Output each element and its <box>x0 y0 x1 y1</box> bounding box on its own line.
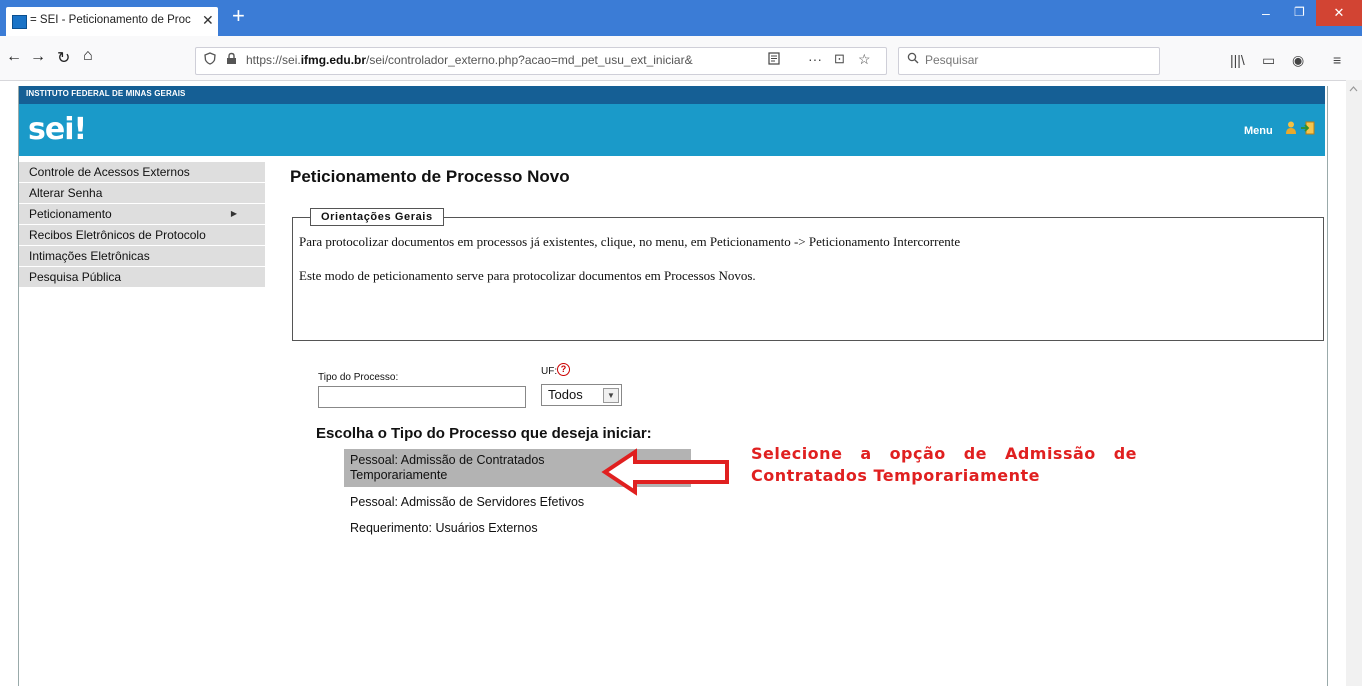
uf-label: UF: <box>541 366 558 377</box>
sei-favicon-icon <box>12 15 27 29</box>
process-option-requerimento[interactable]: Requerimento: Usuários Externos <box>350 521 538 535</box>
url-bar[interactable]: https://sei.ifmg.edu.br/sei/controlador_… <box>195 47 887 75</box>
sidebar-item-label: Recibos Eletrônicos de Protocolo <box>29 228 206 242</box>
sei-logo[interactable]: sei! <box>28 112 87 147</box>
institution-name: INSTITUTO FEDERAL DE MINAS GERAIS <box>26 89 186 98</box>
search-icon <box>907 52 919 67</box>
sidebar-item-alterar-senha[interactable]: Alterar Senha <box>19 183 265 203</box>
back-arrow-icon[interactable]: ← <box>6 48 22 66</box>
scroll-up-icon[interactable] <box>1349 84 1358 94</box>
hamburger-menu-icon[interactable]: ≡ <box>1333 52 1341 68</box>
search-placeholder: Pesquisar <box>925 53 979 67</box>
annotation-arrow-icon <box>601 448 729 496</box>
help-icon[interactable]: ? <box>557 363 570 376</box>
sidebar-item-label: Pesquisa Pública <box>29 270 122 284</box>
sidebar-item-label: Controle de Acessos Externos <box>29 165 190 179</box>
home-icon[interactable]: ⌂ <box>83 47 93 65</box>
tab-close-icon[interactable]: ✕ <box>202 12 214 29</box>
orientacoes-text-1: Para protocolizar documentos em processo… <box>299 234 961 249</box>
chevron-down-icon[interactable]: ▼ <box>603 388 619 403</box>
tipo-processo-label: Tipo do Processo: <box>318 372 399 383</box>
browser-tab[interactable]: = SEI - Peticionamento de Proc ✕ <box>6 7 218 36</box>
shield-icon[interactable] <box>204 52 216 68</box>
instruction-annotation: Selecione a opção de Admissão de Contrat… <box>751 444 1137 485</box>
page-title: Peticionamento de Processo Novo <box>290 167 570 186</box>
account-icon[interactable]: ◉ <box>1292 52 1304 69</box>
search-input[interactable]: Pesquisar <box>898 47 1160 75</box>
tab-title: = SEI - Peticionamento de Proc <box>30 14 191 26</box>
sei-header <box>19 104 1325 156</box>
reload-icon[interactable]: ↻ <box>57 48 70 68</box>
lock-icon[interactable] <box>226 52 237 68</box>
library-icon[interactable]: |||\ <box>1230 52 1245 68</box>
minimize-icon[interactable]: – <box>1262 5 1270 21</box>
uf-select[interactable]: Todos ▼ <box>541 384 622 406</box>
bookmark-star-icon[interactable]: ☆ <box>858 51 871 68</box>
sidebar-item-recibos[interactable]: Recibos Eletrônicos de Protocolo <box>19 225 265 245</box>
sidebar-item-intimacoes[interactable]: Intimações Eletrônicas <box>19 246 265 266</box>
sei-top-strip <box>19 86 1325 104</box>
sidebar-item-pesquisa-publica[interactable]: Pesquisa Pública <box>19 267 265 287</box>
orientacoes-legend: Orientações Gerais <box>310 208 444 226</box>
reader-view-icon[interactable] <box>768 52 780 68</box>
submenu-arrow-icon: ▶ <box>230 209 237 218</box>
tipo-processo-input[interactable] <box>318 386 526 408</box>
exit-icon[interactable] <box>1300 121 1316 138</box>
sidebar-item-label: Alterar Senha <box>29 186 103 200</box>
page-scrollbar[interactable] <box>1346 80 1362 686</box>
sidebar-menu: Controle de Acessos Externos Alterar Sen… <box>19 162 265 288</box>
user-icon[interactable] <box>1285 121 1297 138</box>
sidebar-item-label: Intimações Eletrônicas <box>29 249 150 263</box>
forward-arrow-icon[interactable]: → <box>30 48 46 66</box>
url-text: https://sei.ifmg.edu.br/sei/controlador_… <box>246 53 693 67</box>
sidebar-item-peticionamento[interactable]: Peticionamento ▶ <box>19 204 265 224</box>
sidebar-icon[interactable]: ▭ <box>1262 52 1275 69</box>
uf-selected-value: Todos <box>548 387 583 402</box>
window-close-button[interactable]: ✕ <box>1316 0 1362 26</box>
process-option-contratados[interactable]: Pessoal: Admissão de Contratados Tempora… <box>350 453 610 483</box>
maximize-icon[interactable]: ❐ <box>1294 5 1305 19</box>
sidebar-item-label: Peticionamento <box>29 207 112 221</box>
new-tab-button[interactable]: + <box>232 5 245 27</box>
menu-link[interactable]: Menu <box>1244 125 1273 137</box>
orientacoes-text-2: Este modo de peticionamento serve para p… <box>299 268 756 283</box>
process-option-servidores[interactable]: Pessoal: Admissão de Servidores Efetivos <box>350 495 584 509</box>
sidebar-item-controle-acessos[interactable]: Controle de Acessos Externos <box>19 162 265 182</box>
choose-process-title: Escolha o Tipo do Processo que deseja in… <box>316 425 652 442</box>
page-actions-icon[interactable]: ··· <box>808 51 822 67</box>
pocket-icon[interactable]: ⊡ <box>834 51 845 67</box>
